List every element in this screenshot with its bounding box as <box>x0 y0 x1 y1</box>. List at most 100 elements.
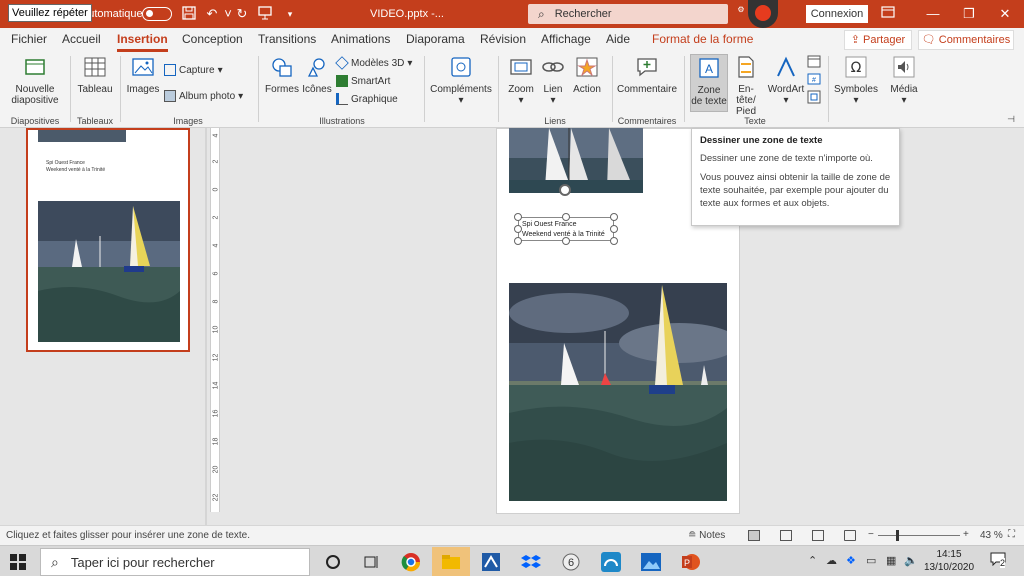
textbox-button[interactable]: A Zone de texte <box>690 54 728 112</box>
tab-revision[interactable]: Révision <box>480 32 526 52</box>
powerpoint-icon[interactable]: P <box>672 547 710 576</box>
images-button[interactable]: Images <box>124 56 162 95</box>
capture-button[interactable]: Capture ▾ <box>164 64 223 76</box>
taskbar-search[interactable]: ⌕ Taper ici pour rechercher <box>40 548 310 576</box>
icons-button[interactable]: Icônes <box>300 56 334 95</box>
photo-album-button[interactable]: Album photo ▾ <box>164 90 243 102</box>
slideshow-icon[interactable] <box>844 530 856 541</box>
cortana-icon[interactable] <box>314 547 352 576</box>
chrome-icon[interactable] <box>392 547 430 576</box>
save-icon[interactable] <box>181 6 197 22</box>
comment-button[interactable]: Commentaire <box>616 56 678 95</box>
ribbon-display-icon[interactable] <box>880 6 896 22</box>
slide-sorter-icon[interactable] <box>780 530 792 541</box>
table-button[interactable]: Tableau <box>76 56 114 95</box>
resize-handle-top-left[interactable] <box>514 213 522 221</box>
action-button[interactable]: Action <box>570 56 604 95</box>
zoom-slider[interactable] <box>878 535 960 536</box>
tab-conception[interactable]: Conception <box>182 32 243 52</box>
models3d-label: Modèles 3D <box>351 57 405 69</box>
notes-button[interactable]: ≘ Notes <box>688 530 725 541</box>
photos-icon[interactable] <box>632 547 670 576</box>
shapes-label: Formes <box>265 84 299 95</box>
autosave-toggle[interactable] <box>142 7 172 21</box>
svg-text:P: P <box>684 558 690 568</box>
undo-icon[interactable]: ↶ <box>204 6 220 22</box>
restore-button[interactable]: ❐ <box>952 0 986 28</box>
tab-affichage[interactable]: Affichage <box>541 32 591 52</box>
present-icon[interactable] <box>257 6 273 22</box>
slide-top-photo[interactable] <box>509 128 643 193</box>
share-button[interactable]: ⇪ Partager <box>844 30 912 50</box>
battery-icon[interactable]: ▭ <box>866 554 876 567</box>
addins-button[interactable]: Compléments ▾ <box>430 56 492 106</box>
reading-view-icon[interactable] <box>812 530 824 541</box>
windows-start-icon[interactable] <box>10 554 26 570</box>
normal-view-icon[interactable] <box>748 530 760 541</box>
volume-icon[interactable]: 🔈 <box>904 554 918 567</box>
object-button[interactable] <box>806 90 822 107</box>
tray-overflow-icon[interactable]: ⌃ <box>808 554 817 567</box>
header-footer-button[interactable]: En-tête/ Pied <box>729 56 763 117</box>
resize-handle-bottom-left[interactable] <box>514 237 522 245</box>
slide-number-button[interactable]: # <box>806 72 822 89</box>
redo-icon[interactable]: ↻ <box>234 6 250 22</box>
image-icon <box>132 58 154 76</box>
media-button[interactable]: Média ▾ <box>884 56 924 106</box>
zoom-in-button[interactable]: + <box>963 529 969 540</box>
tab-aide[interactable]: Aide <box>606 32 630 52</box>
system-clock[interactable]: 14:15 13/10/2020 <box>922 548 976 574</box>
symbols-button[interactable]: Ω Symboles ▾ <box>834 56 878 106</box>
resize-handle-top-right[interactable] <box>610 213 618 221</box>
zoom-out-button[interactable]: − <box>868 529 874 540</box>
3d-models-button[interactable]: Modèles 3D ▾ <box>335 56 412 70</box>
pin-ribbon-icon[interactable]: ⊣ <box>1004 114 1018 125</box>
tab-diaporama[interactable]: Diaporama <box>406 32 465 52</box>
resize-handle-top[interactable] <box>562 213 570 221</box>
app-6-icon[interactable]: 6 <box>552 547 590 576</box>
resize-handle-bottom-right[interactable] <box>610 237 618 245</box>
comments-button[interactable]: 🗨 Commentaires <box>918 30 1014 50</box>
minimize-button[interactable]: — <box>916 0 950 28</box>
status-message: Cliquez et faites glisser pour insérer u… <box>6 530 251 541</box>
onedrive-icon[interactable]: ☁ <box>826 554 837 567</box>
resize-handle-left[interactable] <box>514 225 522 233</box>
link-button[interactable]: Lien ▾ <box>538 56 568 106</box>
tab-transitions[interactable]: Transitions <box>258 32 316 52</box>
zoom-level[interactable]: 43 % <box>980 530 1003 541</box>
zoom-slider-thumb[interactable] <box>896 530 899 541</box>
dictation-mic-button[interactable] <box>748 0 778 28</box>
pane-splitter[interactable] <box>205 128 207 525</box>
tab-fichier[interactable]: Fichier <box>11 32 47 52</box>
wordart-button[interactable]: WordArt ▾ <box>766 56 806 106</box>
zoom-button[interactable]: Zoom ▾ <box>506 56 536 106</box>
file-explorer-icon[interactable] <box>432 547 470 576</box>
tab-animations[interactable]: Animations <box>331 32 390 52</box>
rotate-handle[interactable] <box>559 184 571 196</box>
dictation-settings-icon[interactable]: ⚙ <box>733 2 749 18</box>
dropbox-tray-icon[interactable]: ❖ <box>846 554 856 567</box>
task-view-icon[interactable] <box>352 547 390 576</box>
slide-thumbnail[interactable]: Spi Ouest France Weekend venté à la Trin… <box>26 128 190 352</box>
date-time-button[interactable] <box>806 54 822 71</box>
close-button[interactable]: ✕ <box>988 0 1022 28</box>
app-icon[interactable] <box>472 547 510 576</box>
resize-handle-right[interactable] <box>610 225 618 233</box>
notification-center[interactable]: 2 <box>990 552 1010 570</box>
tab-insertion[interactable]: Insertion <box>117 32 168 52</box>
chart-button[interactable]: Graphique <box>336 93 398 105</box>
speedtest-icon[interactable] <box>592 547 630 576</box>
fit-slide-icon[interactable]: ⛶ <box>1008 529 1015 540</box>
dropbox-icon[interactable] <box>512 547 550 576</box>
shapes-button[interactable]: Formes <box>264 56 300 95</box>
new-slide-button[interactable]: Nouvelle diapositive <box>6 56 64 106</box>
slide-sailboat-photo[interactable] <box>509 283 727 501</box>
tab-accueil[interactable]: Accueil <box>62 32 101 52</box>
tab-format-forme[interactable]: Format de la forme <box>652 32 753 52</box>
resize-handle-bottom[interactable] <box>562 237 570 245</box>
smartart-button[interactable]: SmartArt <box>336 75 390 87</box>
search-box[interactable]: ⌕ Rechercher <box>528 4 728 24</box>
connexion-button[interactable]: Connexion <box>806 5 868 23</box>
network-icon[interactable]: ▦ <box>886 554 896 567</box>
customize-qat-icon[interactable]: ▾ <box>282 6 298 22</box>
